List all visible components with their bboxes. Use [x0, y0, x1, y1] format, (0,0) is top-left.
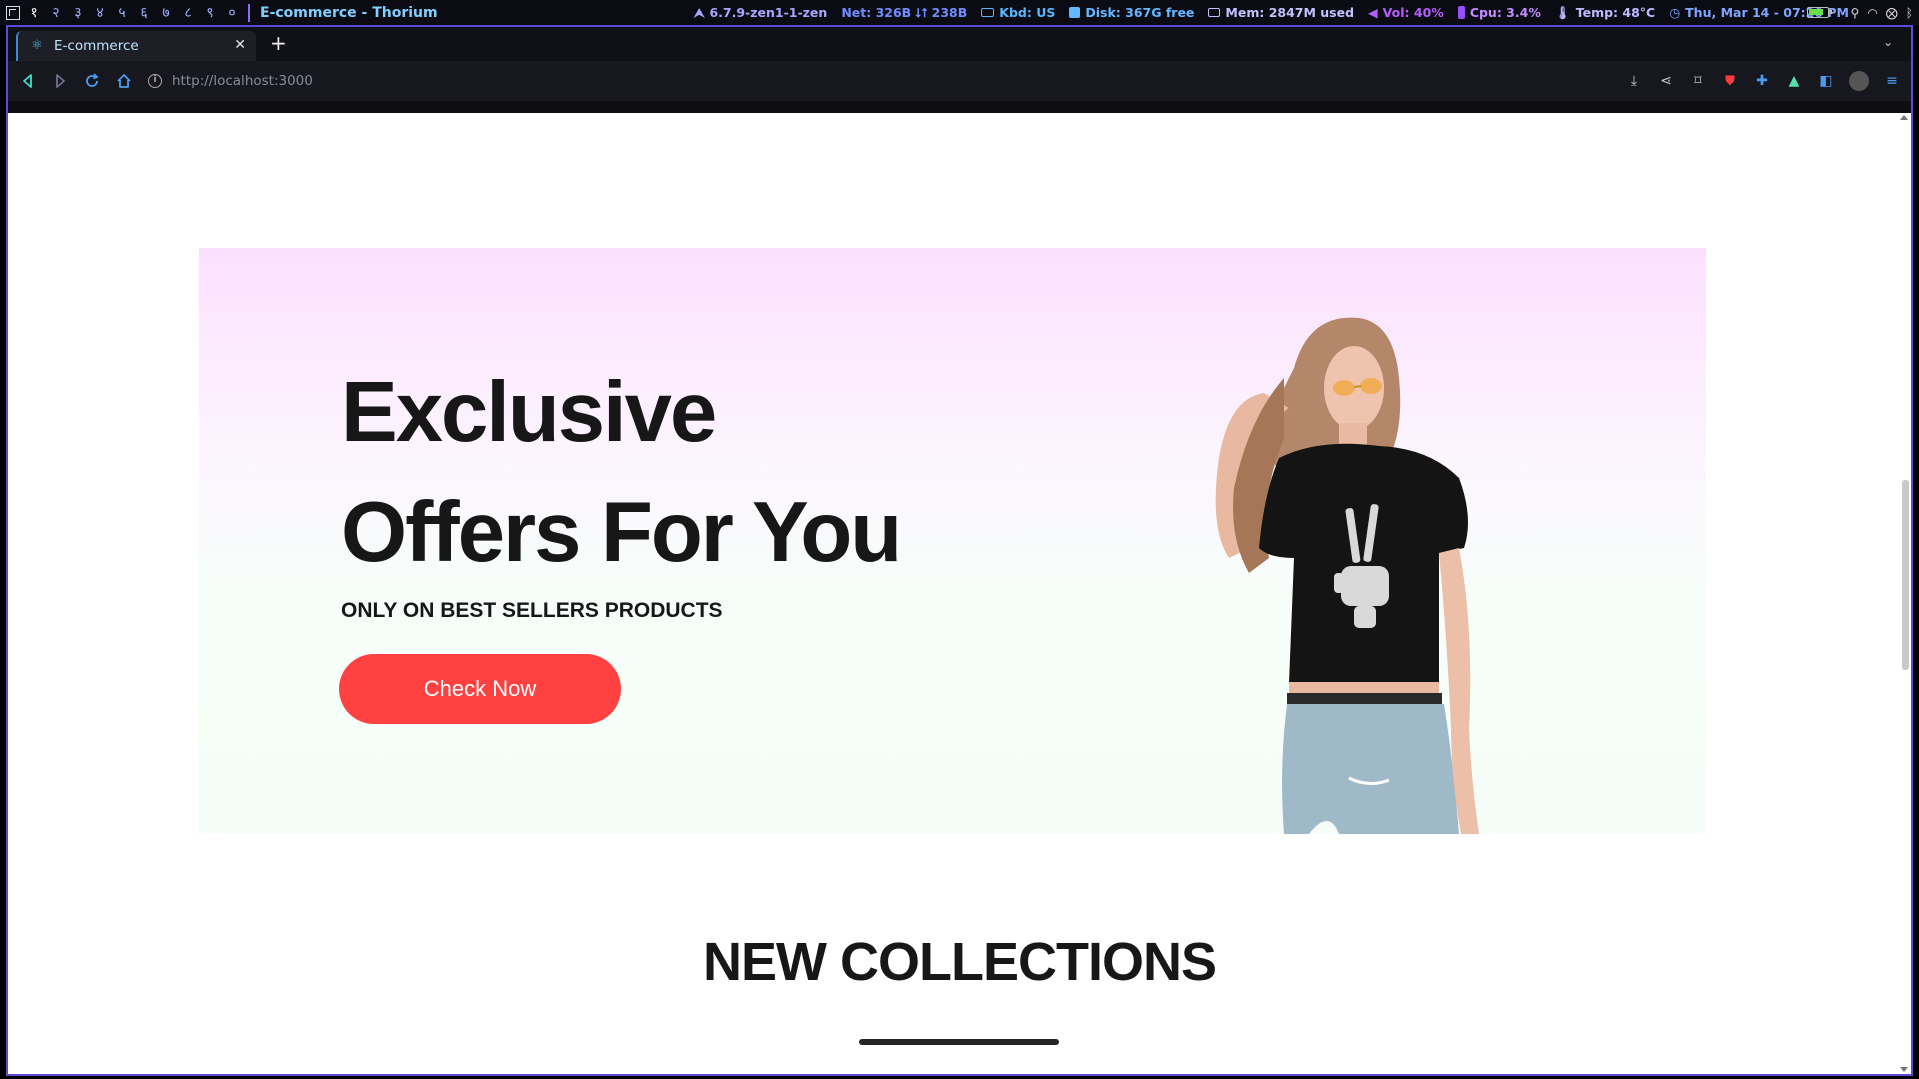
keyboard-icon [981, 8, 995, 17]
hero-subheading: ONLY ON BEST SELLERS PRODUCTS [341, 599, 723, 622]
active-window-title: E-commerce - Thorium [260, 4, 438, 21]
scrollbar-thumb[interactable] [1902, 480, 1909, 670]
separator [248, 3, 250, 22]
system-tray: ⚲ ◠ ⨂ ᛒ [1806, 0, 1913, 25]
side-panel-icon[interactable]: ◧ [1817, 72, 1835, 90]
reload-icon [86, 73, 99, 87]
install-app-icon[interactable]: ⤓ [1625, 72, 1643, 90]
share-icon[interactable]: ⋖ [1657, 72, 1675, 90]
navigation-bar: i http://localhost:3000 ⤓ ⋖ ⌑ ⛊ ✚ ▲ ◧ ≡ [8, 61, 1911, 101]
toolbar-actions: ⤓ ⋖ ⌑ ⛊ ✚ ▲ ◧ ≡ [1625, 61, 1901, 101]
new-collections-heading: NEW COLLECTIONS [703, 932, 1217, 992]
battery-icon [1806, 7, 1832, 18]
system-status-bar: १ २ ३ ४ ५ ६ ७ ८ ९ ० E-commerce - Thorium… [0, 0, 1919, 25]
menu-icon[interactable]: ≡ [1883, 72, 1901, 90]
tab-search-chevron-icon[interactable]: ⌄ [1883, 35, 1893, 49]
system-stats: ⮝ 6.7.9-zen1-1-zen Net: 326B ⭣⭡ 238B Kbd… [694, 0, 1849, 25]
url-text[interactable]: http://localhost:3000 [172, 73, 313, 89]
stat-volume: ◀ Vol: 40% [1368, 5, 1444, 20]
wifi-icon[interactable]: ◠ [1867, 6, 1877, 20]
hero-headline-line1: Exclusive [341, 365, 717, 460]
scroll-up-arrow-icon[interactable] [1900, 115, 1908, 120]
workspace-8[interactable]: ८ [182, 3, 194, 22]
home-icon [117, 74, 131, 88]
kernel-icon: ⮝ [693, 4, 705, 20]
stat-volume-text: Vol: 40% [1382, 5, 1444, 20]
tab-title: E-commerce [54, 38, 139, 54]
workspace-3[interactable]: ३ [72, 3, 84, 22]
workspace-2[interactable]: २ [50, 3, 62, 22]
hero-model-image [1215, 317, 1479, 834]
stat-temperature: 🌡︎ Temp: 48°C [1555, 5, 1655, 21]
stat-memory: Mem: 2847M used [1208, 5, 1354, 20]
hero-headline: Exclusive Offers For You [341, 353, 902, 593]
stat-memory-text: Mem: 2847M used [1225, 5, 1355, 20]
stat-keyboard: Kbd: US [981, 5, 1055, 20]
stat-keyboard-text: Kbd: US [999, 5, 1056, 20]
workspace-1[interactable]: १ [28, 3, 40, 22]
home-button[interactable] [112, 69, 136, 93]
page-viewport: Exclusive Offers For You ONLY ON BEST SE… [8, 113, 1911, 1074]
memory-icon [1208, 8, 1221, 17]
mute-icon[interactable]: ⨂ [1886, 6, 1898, 20]
stat-disk-text: Disk: 367G free [1085, 5, 1195, 20]
forward-arrow-icon [56, 74, 65, 88]
page-scrollbar[interactable] [1898, 113, 1911, 1074]
paperclip-icon[interactable]: ⚲ [1851, 6, 1860, 20]
hero-headline-line2: Offers For You [341, 485, 902, 580]
forward-button[interactable] [48, 69, 72, 93]
volume-icon: ◀ [1368, 5, 1378, 20]
stat-temperature-text: Temp: 48°C [1575, 5, 1656, 20]
bluetooth-icon[interactable]: ᛒ [1906, 6, 1913, 20]
bookmark-icon[interactable]: ⌑ [1689, 72, 1707, 90]
workspace-7[interactable]: ७ [160, 3, 172, 22]
close-tab-icon[interactable]: ✕ [234, 37, 246, 53]
workspace-6[interactable]: ६ [138, 3, 150, 22]
check-now-button[interactable]: Check Now [339, 654, 621, 724]
extensions-icon[interactable]: ✚ [1753, 72, 1771, 90]
workspace-9[interactable]: ९ [204, 3, 216, 22]
ublock-extension-icon[interactable]: ⛊ [1721, 72, 1739, 90]
stat-network-text: Net: 326B ⭣⭡ 238B [841, 4, 968, 20]
temperature-icon: 🌡︎ [1554, 4, 1571, 20]
workspace-4[interactable]: ४ [94, 3, 106, 22]
stat-kernel-text: 6.7.9-zen1-1-zen [709, 5, 828, 20]
new-tab-button[interactable]: + [270, 33, 287, 53]
flask-icon[interactable]: ▲ [1785, 72, 1803, 90]
site-info-icon[interactable]: i [148, 74, 162, 88]
react-favicon-icon: ⚛ [31, 38, 43, 53]
disk-icon [1069, 7, 1081, 18]
stat-cpu-text: Cpu: 3.4% [1469, 5, 1541, 20]
back-button[interactable] [16, 69, 40, 93]
stat-disk: Disk: 367G free [1069, 5, 1194, 20]
stat-network: Net: 326B ⭣⭡ 238B [841, 5, 967, 21]
clock-icon: ◷ [1669, 5, 1681, 20]
profile-avatar[interactable] [1849, 71, 1869, 91]
workspace-10[interactable]: ० [226, 3, 238, 22]
workspace-list: १ २ ३ ४ ५ ६ ७ ८ ९ ० [28, 3, 238, 22]
cpu-icon [1457, 6, 1465, 19]
tab-ecommerce[interactable]: ⚛ E-commerce ✕ [16, 31, 256, 61]
browser-window: ⚛ E-commerce ✕ + ⌄ i http://localhost:30… [6, 25, 1913, 1076]
layout-icon[interactable] [6, 5, 20, 20]
hero-banner: Exclusive Offers For You ONLY ON BEST SE… [199, 248, 1706, 834]
stat-kernel: ⮝ 6.7.9-zen1-1-zen [694, 5, 828, 21]
stat-cpu: Cpu: 3.4% [1457, 5, 1541, 20]
back-arrow-icon [23, 74, 32, 88]
heading-underline [859, 1039, 1059, 1045]
address-bar[interactable]: i http://localhost:3000 [148, 67, 313, 95]
scroll-down-arrow-icon[interactable] [1900, 1067, 1908, 1072]
reload-button[interactable] [80, 69, 104, 93]
workspace-5[interactable]: ५ [116, 3, 128, 22]
tab-strip: ⚛ E-commerce ✕ + ⌄ [8, 27, 1911, 61]
